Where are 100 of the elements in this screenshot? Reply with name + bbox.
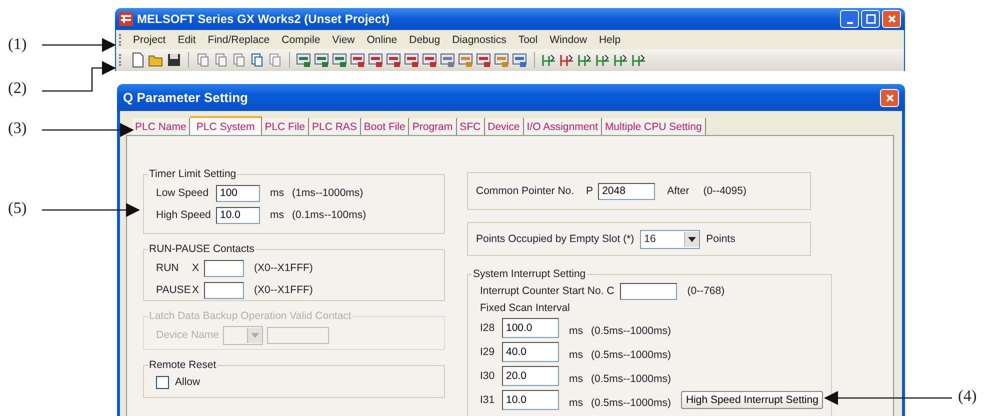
range-hint: (0--768) <box>687 285 725 297</box>
input-field[interactable] <box>620 282 678 300</box>
tool-icon[interactable] <box>494 52 510 68</box>
close-icon <box>884 92 896 104</box>
tool-icon[interactable] <box>314 52 330 68</box>
input-field[interactable]: 10.0 <box>502 390 559 410</box>
input-field[interactable] <box>204 282 244 298</box>
range-hint: (1ms--1000ms) <box>292 187 364 199</box>
device-prefix: P <box>586 185 594 197</box>
tool-icon[interactable] <box>249 52 265 68</box>
dropdown-arrow-icon <box>251 332 260 338</box>
tool-icon[interactable] <box>195 52 211 68</box>
tab[interactable]: PLC System <box>190 116 262 135</box>
menu-item[interactable]: Online <box>362 34 404 46</box>
menu-item[interactable]: Help <box>594 34 628 46</box>
dropdown[interactable]: 16 <box>640 230 700 248</box>
callout-label: (5) <box>8 200 27 218</box>
range-hint: (0.5ms--1000ms) <box>591 349 671 361</box>
tab[interactable]: PLC File <box>262 118 309 135</box>
menu-item[interactable]: Edit <box>172 34 203 46</box>
input-field[interactable] <box>204 260 244 276</box>
input-field[interactable]: 2048 <box>598 182 656 200</box>
menu-item[interactable]: Window <box>544 34 594 46</box>
tool-icon[interactable] <box>595 52 611 68</box>
field-label: Common Pointer No. <box>476 185 574 197</box>
menu-item[interactable]: Project <box>128 34 173 46</box>
menu-item[interactable]: Find/Replace <box>202 34 277 46</box>
group-title: Remote Reset <box>148 359 218 371</box>
menu-item[interactable]: Compile <box>276 34 328 46</box>
new-document-icon[interactable] <box>130 52 146 68</box>
input-field[interactable]: 40.0 <box>502 342 559 362</box>
app-icon <box>119 12 133 26</box>
field-label: Device Name <box>156 329 220 341</box>
floppy-icon[interactable] <box>166 52 182 68</box>
menu-item[interactable]: View <box>327 34 362 46</box>
field-label: I29 <box>480 346 496 358</box>
close-button[interactable] <box>882 10 901 28</box>
tool-icon[interactable] <box>512 52 528 68</box>
device-prefix: X <box>192 284 200 296</box>
range-hint: (0.5ms--1000ms) <box>591 397 671 409</box>
callout-label: (2) <box>8 80 27 98</box>
tool-icon[interactable] <box>577 52 593 68</box>
unit-label: ms <box>569 373 583 385</box>
minimize-button[interactable] <box>840 10 859 28</box>
tab[interactable]: PLC RAS <box>308 118 361 135</box>
unit-label: Points <box>706 233 736 245</box>
grip-handle[interactable] <box>119 34 124 46</box>
tab[interactable]: Program <box>409 118 457 135</box>
range-hint: (X0--X1FFF) <box>254 262 313 274</box>
close-button[interactable] <box>880 88 899 106</box>
input-field[interactable]: 100 <box>216 184 260 202</box>
tool-icon[interactable] <box>296 52 312 68</box>
tool-icon[interactable] <box>440 52 456 68</box>
field-label: Fixed Scan Interval <box>480 302 571 316</box>
window-title: MELSOFT Series GX Works2 (Unset Project) <box>137 12 390 26</box>
tool-icon[interactable] <box>350 52 366 68</box>
maximize-button[interactable] <box>861 10 880 28</box>
tab[interactable]: I/O Assignment <box>524 118 602 135</box>
input-field[interactable]: 20.0 <box>502 366 559 386</box>
tab[interactable]: PLC Name <box>132 118 190 135</box>
tab[interactable]: SFC <box>456 118 485 135</box>
tab[interactable]: Multiple CPU Setting <box>602 118 706 135</box>
maximize-icon <box>864 13 876 25</box>
tool-icon[interactable] <box>476 52 492 68</box>
range-hint: (0--4095) <box>703 185 746 197</box>
field-label: I30 <box>480 370 496 382</box>
menu-item[interactable]: Tool <box>513 34 545 46</box>
tool-icon[interactable] <box>231 52 247 68</box>
field-label: PAUSE <box>156 284 192 296</box>
field-label: I31 <box>480 394 496 406</box>
tab[interactable]: Device <box>484 118 524 135</box>
tool-icon[interactable] <box>631 52 647 68</box>
tool-icon[interactable] <box>213 52 229 68</box>
unit-label: ms <box>270 209 284 221</box>
tool-icon[interactable] <box>404 52 420 68</box>
field-label: Points Occupied by Empty Slot (*) <box>476 233 634 245</box>
field-label: Interrupt Counter Start No. C <box>480 285 614 297</box>
tool-icon[interactable] <box>559 52 575 68</box>
tool-icon[interactable] <box>332 52 348 68</box>
tool-icon[interactable] <box>541 52 557 68</box>
group-title: System Interrupt Setting <box>472 268 587 280</box>
checkbox-label: Allow <box>175 376 200 388</box>
tab[interactable]: Boot File <box>360 118 410 135</box>
input-field[interactable]: 10.0 <box>216 206 260 224</box>
menu-item[interactable]: Diagnostics <box>447 34 514 46</box>
input-field[interactable]: 100.0 <box>502 318 559 338</box>
tool-icon[interactable] <box>422 52 438 68</box>
tool-icon[interactable] <box>458 52 474 68</box>
close-icon <box>886 13 898 25</box>
tool-icon[interactable] <box>368 52 384 68</box>
high-speed-interrupt-button[interactable]: High Speed Interrupt Setting <box>680 391 824 409</box>
device-prefix: X <box>192 262 200 274</box>
tool-icon[interactable] <box>613 52 629 68</box>
range-hint: (X0--X1FFF) <box>254 284 313 296</box>
field-label: RUN <box>156 262 180 274</box>
group-title: Latch Data Backup Operation Valid Contact <box>148 310 352 322</box>
checkbox[interactable] <box>156 376 169 388</box>
unit-label: ms <box>569 349 583 361</box>
tool-icon[interactable] <box>386 52 402 68</box>
menu-item[interactable]: Debug <box>404 34 448 46</box>
